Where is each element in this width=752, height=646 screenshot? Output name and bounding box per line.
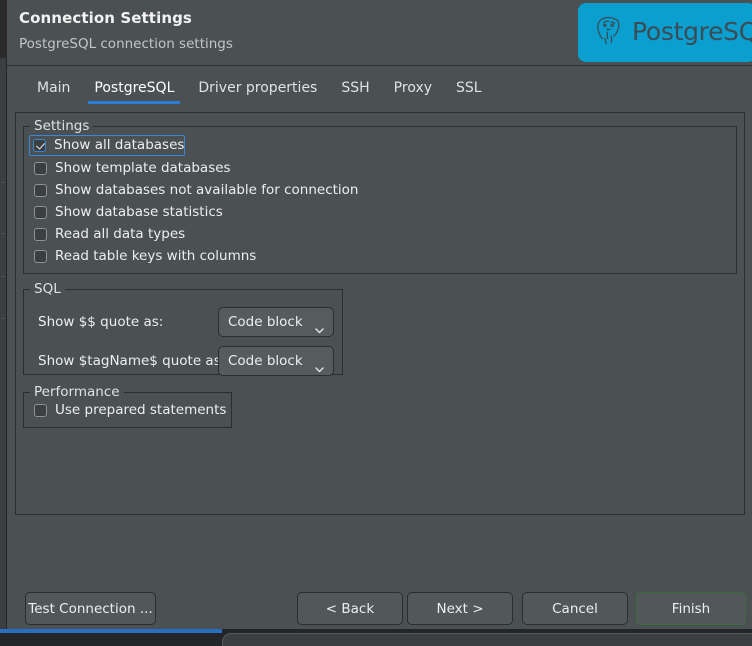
checkbox-label: Use prepared statements (55, 404, 226, 418)
chevron-down-icon (315, 319, 324, 325)
checkbox-show-template-databases[interactable]: Show template databases (30, 158, 231, 179)
checkbox-unchecked-icon (34, 404, 47, 417)
checkbox-unchecked-icon (34, 206, 47, 219)
select-value: Code block (228, 353, 303, 369)
background-window-sliver (0, 0, 7, 629)
taskbar (0, 629, 752, 646)
sql-dollar-quote-label: Show $$ quote as: (38, 314, 163, 330)
checkbox-read-table-keys-with-columns[interactable]: Read table keys with columns (30, 246, 256, 267)
elephant-icon (591, 12, 625, 50)
checkbox-label: Show all databases (54, 139, 184, 153)
finish-button[interactable]: Finish (636, 592, 746, 625)
sql-tagname-quote-row: Show $tagName$ quote as: (38, 346, 225, 376)
sql-group-label: SQL (30, 281, 65, 297)
tab-main[interactable]: Main (25, 81, 82, 104)
tab-bar: Main PostgreSQL Driver properties SSH Pr… (7, 66, 752, 104)
checkbox-label: Read all data types (55, 228, 185, 242)
sql-dollar-quote-select[interactable]: Code block (218, 307, 334, 337)
checkbox-label: Read table keys with columns (55, 250, 256, 264)
background-window-titlebar (0, 0, 7, 58)
select-value: Code block (228, 314, 303, 330)
checkbox-unchecked-icon (34, 162, 47, 175)
tab-ssl[interactable]: SSL (444, 81, 494, 104)
postgresql-brand-banner: PostgreSQL (578, 3, 752, 62)
tab-ssh[interactable]: SSH (329, 81, 381, 104)
sql-dollar-quote-row: Show $$ quote as: (38, 307, 163, 337)
sql-tagname-quote-label: Show $tagName$ quote as: (38, 353, 225, 369)
chevron-down-icon (315, 358, 324, 364)
tab-postgresql[interactable]: PostgreSQL (82, 81, 186, 104)
cancel-button[interactable]: Cancel (522, 592, 628, 625)
checkbox-show-databases-not-available[interactable]: Show databases not available for connect… (30, 180, 359, 201)
connection-settings-dialog: Connection Settings PostgreSQL connectio… (7, 0, 752, 629)
tab-proxy[interactable]: Proxy (382, 81, 444, 104)
checkbox-checked-icon (33, 139, 46, 152)
brand-label: PostgreSQL (632, 17, 752, 46)
checkbox-label: Show template databases (55, 162, 231, 176)
tab-driver-properties[interactable]: Driver properties (186, 81, 329, 104)
performance-group: Performance Use prepared statements (23, 392, 232, 428)
background-row-divider (1, 182, 5, 183)
postgresql-tab-panel: Settings Show all databases Show templat… (15, 112, 745, 515)
taskbar-accent (0, 629, 222, 633)
performance-group-label: Performance (30, 384, 124, 400)
checkbox-label: Show databases not available for connect… (55, 184, 359, 198)
checkbox-label: Show database statistics (55, 206, 223, 220)
background-row-divider (1, 318, 5, 319)
checkbox-show-all-databases[interactable]: Show all databases (29, 135, 185, 156)
desktop-background: Connection Settings PostgreSQL connectio… (0, 0, 752, 646)
background-row-divider (1, 233, 5, 234)
dialog-header: Connection Settings PostgreSQL connectio… (7, 0, 752, 66)
page-title: Connection Settings (19, 9, 192, 27)
background-row-divider (1, 276, 5, 277)
test-connection-button[interactable]: Test Connection ... (25, 592, 156, 625)
checkbox-unchecked-icon (34, 184, 47, 197)
checkbox-read-all-data-types[interactable]: Read all data types (30, 224, 185, 245)
sql-tagname-quote-select[interactable]: Code block (218, 346, 334, 376)
page-subtitle: PostgreSQL connection settings (19, 36, 233, 52)
checkbox-use-prepared-statements[interactable]: Use prepared statements (30, 400, 226, 421)
checkbox-show-database-statistics[interactable]: Show database statistics (30, 202, 223, 223)
back-button[interactable]: < Back (297, 592, 403, 625)
checkbox-unchecked-icon (34, 250, 47, 263)
settings-group: Settings Show all databases Show templat… (23, 126, 737, 274)
sql-group: SQL Show $$ quote as: Code block Show $t… (23, 289, 343, 375)
background-window-bottom (222, 633, 752, 646)
next-button[interactable]: Next > (407, 592, 513, 625)
settings-group-label: Settings (30, 118, 93, 134)
checkbox-unchecked-icon (34, 228, 47, 241)
